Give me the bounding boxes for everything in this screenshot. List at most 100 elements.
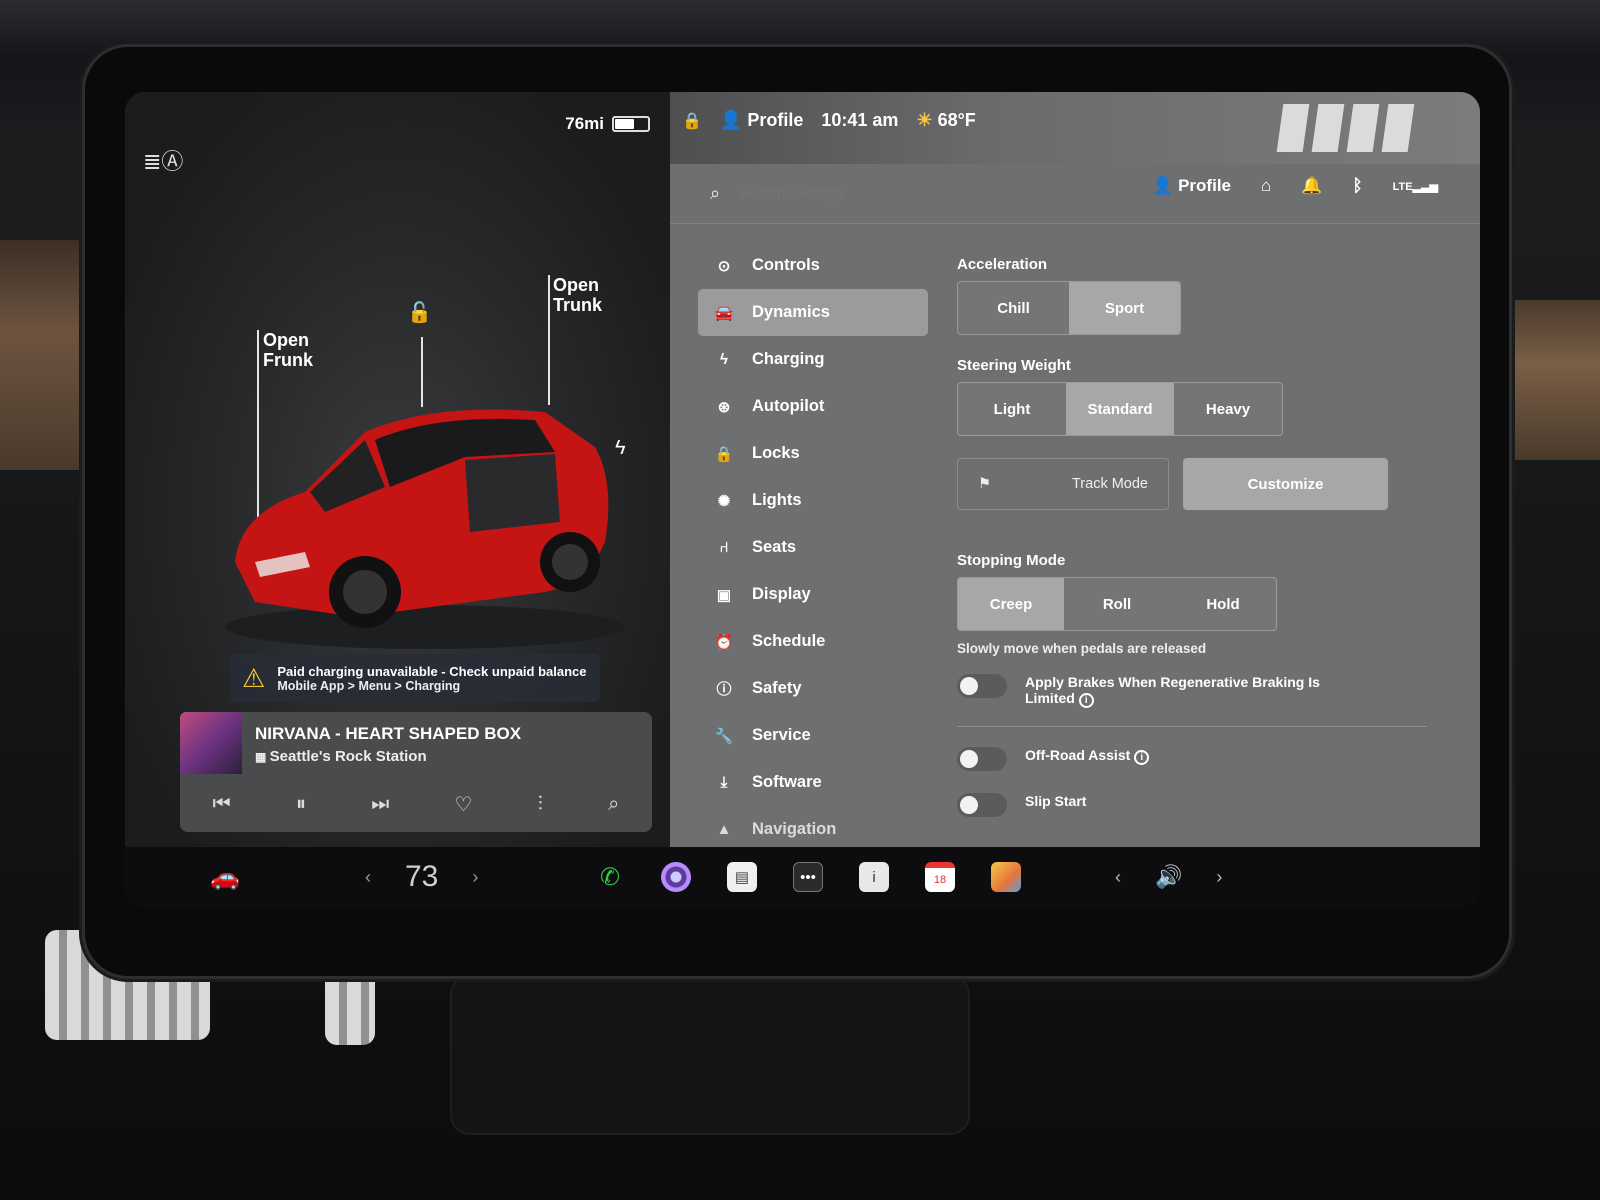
nav-item-navigation[interactable]: ▲ Navigation bbox=[698, 806, 928, 853]
volume-down-chevron-icon[interactable]: ‹ bbox=[1115, 867, 1121, 888]
clock: 10:41 am bbox=[821, 110, 899, 130]
charging-warning-banner[interactable]: ⚠ Paid charging unavailable - Check unpa… bbox=[230, 654, 600, 702]
range-status: 76mi bbox=[565, 114, 650, 134]
nav-label: Lights bbox=[752, 491, 802, 509]
radio-icon: ▦ bbox=[255, 750, 270, 764]
bluetooth-icon[interactable]: ᛒ bbox=[1352, 176, 1362, 196]
search-input[interactable] bbox=[738, 185, 989, 202]
nav-label: Dynamics bbox=[752, 303, 830, 321]
track-title: NIRVANA - HEART SHAPED BOX bbox=[255, 724, 522, 743]
section-divider bbox=[957, 726, 1427, 727]
off-road-toggle[interactable] bbox=[957, 747, 1007, 771]
open-frunk-button[interactable]: Open Frunk bbox=[263, 330, 313, 370]
cabin-temperature[interactable]: 73 bbox=[405, 860, 438, 894]
apply-brakes-row: Apply Brakes When Regenerative Braking I… bbox=[957, 674, 1427, 708]
stopping-roll[interactable]: Roll bbox=[1064, 578, 1170, 630]
calendar-day: 18 bbox=[933, 874, 947, 886]
steering-wheel-icon: ⊛ bbox=[717, 398, 731, 416]
steering-weight-label: Steering Weight bbox=[957, 357, 1071, 374]
car-panel: ≣Ⓐ 76mi Open Frunk Open Trunk 🔓 ϟ ⚠ Paid… bbox=[125, 92, 670, 847]
photo-scene: ≣Ⓐ 76mi Open Frunk Open Trunk 🔓 ϟ ⚠ Paid… bbox=[0, 0, 1600, 1200]
nav-label: Display bbox=[752, 585, 811, 603]
nav-item-controls[interactable]: ⊙ Controls bbox=[698, 242, 928, 289]
camera-icon[interactable] bbox=[661, 862, 691, 892]
track-mode-button[interactable]: ⚑ Track Mode bbox=[957, 458, 1169, 510]
temp-up-chevron-icon[interactable]: › bbox=[472, 867, 478, 888]
open-trunk-button[interactable]: Open Trunk bbox=[553, 275, 602, 315]
stopping-creep[interactable]: Creep bbox=[958, 578, 1064, 630]
nav-label: Safety bbox=[752, 679, 802, 697]
toggle-knob bbox=[960, 796, 978, 814]
nav-label: Charging bbox=[752, 350, 825, 368]
station-name: ▦ Seattle's Rock Station bbox=[255, 748, 427, 765]
nav-item-charging[interactable]: ϟ Charging bbox=[698, 336, 928, 383]
media-player[interactable]: NIRVANA - HEART SHAPED BOX ▦ Seattle's R… bbox=[180, 712, 652, 832]
steering-light[interactable]: Light bbox=[958, 383, 1066, 435]
phone-icon[interactable]: ✆ bbox=[595, 862, 625, 892]
car-icon[interactable]: 🚗 bbox=[210, 863, 240, 892]
steering-heavy[interactable]: Heavy bbox=[1174, 383, 1282, 435]
off-road-label: Off-Road Assist bbox=[1025, 747, 1131, 763]
info-icon[interactable]: i bbox=[1078, 693, 1094, 708]
battery-fill bbox=[615, 119, 634, 129]
header-profile-label: Profile bbox=[1178, 176, 1231, 195]
acceleration-chill[interactable]: Chill bbox=[958, 282, 1069, 334]
next-track-icon[interactable]: ⏭ bbox=[371, 793, 389, 816]
status-bar: 🔒 👤 Profile 10:41 am ☀ 68°F bbox=[682, 110, 976, 131]
sentry-lock-icon[interactable]: 🔒 bbox=[682, 111, 702, 131]
nav-item-safety[interactable]: ⓘ Safety bbox=[698, 665, 928, 712]
temp-down-chevron-icon[interactable]: ‹ bbox=[365, 867, 371, 888]
nav-item-service[interactable]: 🔧 Service bbox=[698, 712, 928, 759]
auto-headlights-icon[interactable]: ≣Ⓐ bbox=[143, 144, 183, 176]
nav-item-dynamics[interactable]: 🚘 Dynamics bbox=[698, 289, 928, 336]
calendar-icon[interactable]: 18 bbox=[925, 862, 955, 892]
unlock-icon[interactable]: 🔓 bbox=[407, 300, 432, 325]
map-building bbox=[1346, 104, 1380, 152]
light-bulb-icon: ✺ bbox=[717, 492, 731, 510]
speaker-icon[interactable]: 🔊 bbox=[1155, 864, 1182, 890]
nav-item-locks[interactable]: 🔒 Locks bbox=[698, 430, 928, 477]
steering-standard[interactable]: Standard bbox=[1066, 383, 1174, 435]
notification-bell-icon[interactable]: 🔔 bbox=[1301, 176, 1322, 196]
customize-button[interactable]: Customize bbox=[1183, 458, 1388, 510]
manual-icon[interactable]: i bbox=[859, 862, 889, 892]
safety-icon: ⓘ bbox=[716, 681, 732, 698]
sun-icon: ☀ bbox=[916, 110, 938, 130]
info-icon[interactable]: i bbox=[1134, 750, 1150, 765]
stopping-hold[interactable]: Hold bbox=[1170, 578, 1276, 630]
acceleration-sport[interactable]: Sport bbox=[1069, 282, 1180, 334]
nav-item-lights[interactable]: ✺ Lights bbox=[698, 477, 928, 524]
climate-control: ‹ 73 › bbox=[365, 860, 478, 894]
stopping-mode-label: Stopping Mode bbox=[957, 552, 1066, 569]
status-profile[interactable]: 👤 Profile bbox=[720, 110, 803, 131]
nav-item-software[interactable]: ⤓ Software bbox=[698, 759, 928, 806]
search-icon: ⌕ bbox=[710, 183, 721, 203]
volume-control: ‹ 🔊 › bbox=[1115, 864, 1222, 890]
slip-start-toggle[interactable] bbox=[957, 793, 1007, 817]
app-launcher: ✆ ▤ ••• i 18 bbox=[595, 862, 1021, 892]
nav-label: Controls bbox=[752, 256, 820, 274]
nav-item-schedule[interactable]: ⏰ Schedule bbox=[698, 618, 928, 665]
nav-item-seats[interactable]: ⑁ Seats bbox=[698, 524, 928, 571]
toybox-icon[interactable] bbox=[991, 862, 1021, 892]
album-art bbox=[180, 712, 242, 774]
stopping-mode-selector: Creep Roll Hold bbox=[957, 577, 1277, 631]
previous-track-icon[interactable]: ⏮ bbox=[213, 793, 231, 816]
volume-up-chevron-icon[interactable]: › bbox=[1216, 867, 1222, 888]
apply-brakes-toggle[interactable] bbox=[957, 674, 1007, 698]
notes-icon[interactable]: ▤ bbox=[727, 862, 757, 892]
header-profile[interactable]: 👤 Profile bbox=[1152, 176, 1231, 196]
homelink-icon[interactable]: ⌂ bbox=[1261, 176, 1271, 196]
map-building bbox=[1381, 104, 1415, 152]
media-search-icon[interactable]: ⌕ bbox=[608, 793, 619, 816]
temperature-label: 68°F bbox=[937, 110, 976, 130]
favorite-heart-icon[interactable]: ♡ bbox=[455, 792, 473, 817]
pause-icon[interactable]: ⏸ bbox=[296, 793, 306, 816]
more-apps-icon[interactable]: ••• bbox=[793, 862, 823, 892]
nav-item-display[interactable]: ▣ Display bbox=[698, 571, 928, 618]
status-profile-label: Profile bbox=[747, 110, 804, 130]
equalizer-icon[interactable]: ⫶ bbox=[538, 793, 543, 816]
nav-label: Schedule bbox=[752, 632, 826, 650]
slip-start-row: Slip Start bbox=[957, 793, 1427, 817]
nav-item-autopilot[interactable]: ⊛ Autopilot bbox=[698, 383, 928, 430]
